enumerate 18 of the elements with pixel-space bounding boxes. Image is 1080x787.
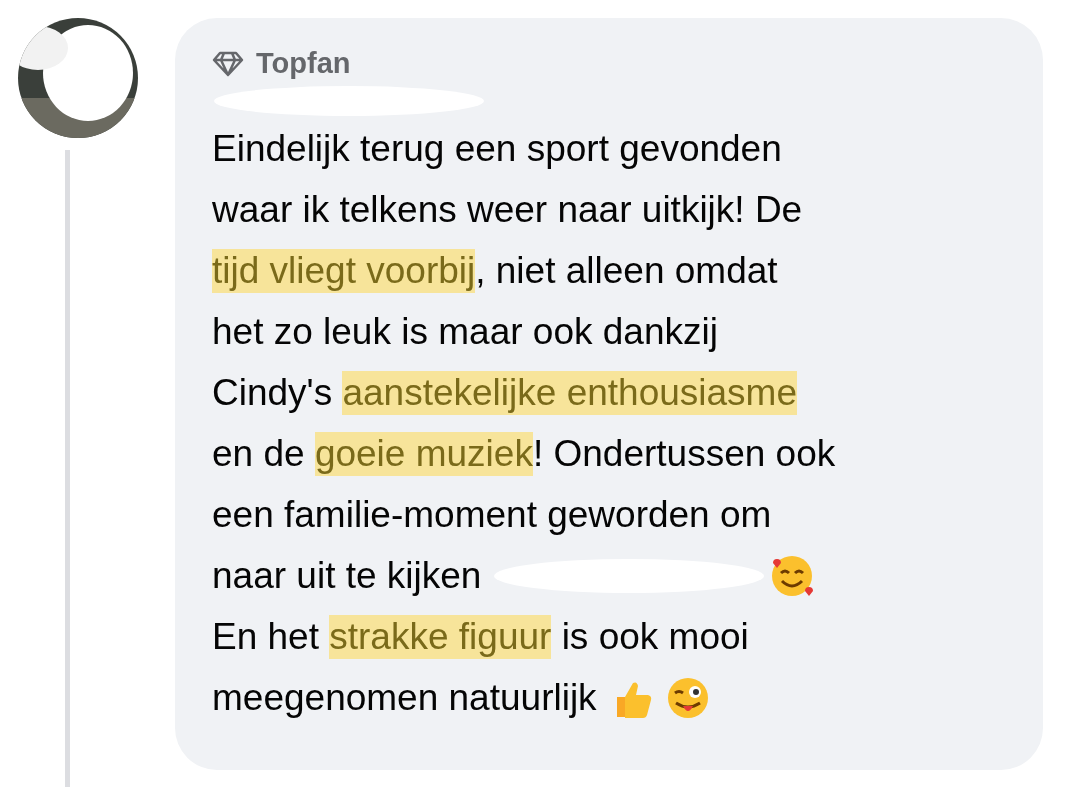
badge-label: Topfan (256, 46, 351, 82)
comment-text: is ook mooi (560, 614, 749, 659)
diamond-icon (212, 51, 244, 77)
highlighted-text: aanstekelijke enthousiasme (342, 370, 797, 415)
comment-text: En het (212, 614, 320, 659)
comment-text: Eindelijk terug een sport gevonden (212, 126, 782, 171)
comment-text: meegenomen natuurlijk (212, 675, 598, 720)
comment-text: het zo leuk is maar ook dankzij (212, 309, 718, 354)
highlighted-text: goeie muziek (314, 431, 533, 476)
comment-text: Cindy's (212, 370, 334, 415)
comment-text: en de (212, 431, 306, 476)
comment-text: een familie-moment geworden om (212, 492, 772, 537)
comment-text: , niet alleen omdat (475, 248, 778, 293)
comment-text: naar uit te kijken (212, 553, 483, 598)
comment-text: waar ik telkens weer naar uitkijk! De (212, 187, 803, 232)
highlighted-text: strakke figuur (329, 614, 552, 659)
comment-text: ! Ondertussen ook (532, 431, 836, 476)
highlighted-text: tijd vliegt voorbij (212, 248, 476, 293)
